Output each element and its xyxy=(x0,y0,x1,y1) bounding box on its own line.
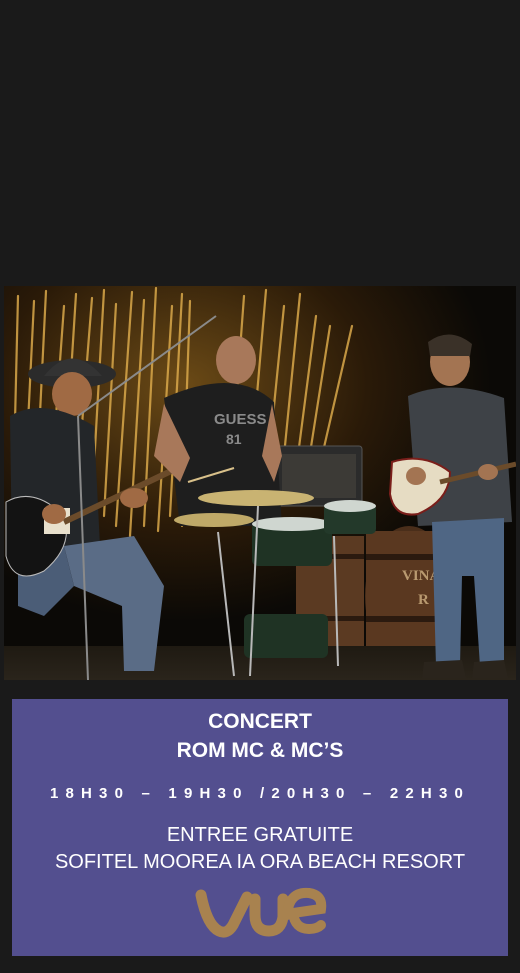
venue-name: SOFITEL MOOREA IA ORA BEACH RESORT xyxy=(54,851,466,873)
poster-page: VINA R GUESS 81 CONCERT ROM MC & MC’S 18… xyxy=(0,0,520,973)
top-black-area xyxy=(0,0,520,286)
info-panel: CONCERT ROM MC & MC’S 18H30 – 19H30 /20H… xyxy=(12,699,508,956)
band-photo: VINA R GUESS 81 xyxy=(4,286,516,680)
vue-logo: vue xyxy=(193,885,327,943)
svg-text:GUESS: GUESS xyxy=(214,411,267,428)
concert-title: CONCERT xyxy=(208,710,312,733)
band-name: ROM MC & MC’S xyxy=(176,739,344,762)
free-entry-text: ENTREE GRATUITE xyxy=(166,824,354,846)
barrel-label-2: R xyxy=(418,592,429,608)
svg-text:81: 81 xyxy=(226,431,242,447)
show-times: 18H30 – 19H30 /20H30 – 22H30 xyxy=(49,785,471,802)
